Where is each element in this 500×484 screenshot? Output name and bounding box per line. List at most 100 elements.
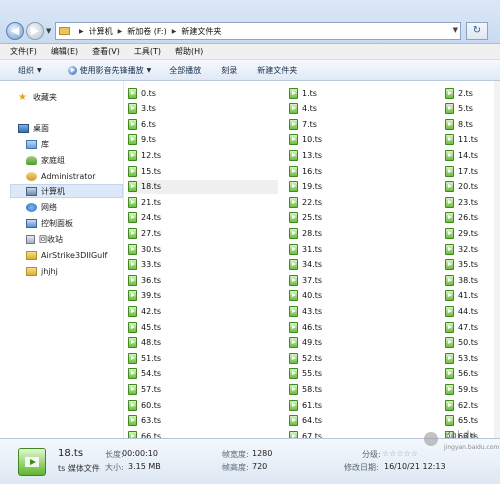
file-item[interactable]: 34.ts [289, 258, 439, 272]
rating-stars[interactable]: ☆☆☆☆☆ [382, 449, 418, 458]
file-item[interactable]: 31.ts [289, 242, 439, 256]
file-item[interactable]: 62.ts [445, 398, 489, 412]
file-item[interactable]: 32.ts [445, 242, 489, 256]
nav-homegroup[interactable]: 家庭组 [26, 153, 122, 167]
file-item[interactable]: 39.ts [128, 289, 278, 303]
file-item[interactable]: 38.ts [445, 273, 489, 287]
refresh-button[interactable]: ↻ [466, 22, 488, 40]
menu-file[interactable]: 文件(F) [10, 46, 37, 57]
file-item[interactable]: 20.ts [445, 180, 489, 194]
file-item[interactable]: 37.ts [289, 273, 439, 287]
file-item[interactable]: 58.ts [289, 382, 439, 396]
file-item[interactable]: 47.ts [445, 320, 489, 334]
file-item[interactable]: 6.ts [128, 117, 278, 131]
file-item[interactable]: 57.ts [128, 382, 278, 396]
breadcrumb-folder[interactable]: 新建文件夹 [181, 26, 221, 37]
nav-library[interactable]: 库 [26, 137, 122, 151]
file-item[interactable]: 2.ts [445, 86, 489, 100]
file-item[interactable]: 44.ts [445, 304, 489, 318]
file-item[interactable]: 25.ts [289, 211, 439, 225]
nav-recycle-bin[interactable]: 回收站 [26, 232, 122, 246]
file-item[interactable]: 3.ts [128, 102, 278, 116]
file-item[interactable]: 13.ts [289, 148, 439, 162]
file-item[interactable]: 63.ts [128, 414, 278, 428]
file-item[interactable]: 46.ts [289, 320, 439, 334]
file-item[interactable]: 28.ts [289, 226, 439, 240]
file-item[interactable]: 15.ts [128, 164, 278, 178]
file-item[interactable]: 11.ts [445, 133, 489, 147]
file-item[interactable]: 51.ts [128, 351, 278, 365]
nav-folder-jhjhj[interactable]: jhjhj [26, 264, 122, 278]
file-item[interactable]: 61.ts [289, 398, 439, 412]
nav-folder-airstrike[interactable]: AirStrike3DIIGulf [26, 248, 122, 262]
organize-button[interactable]: 组织 ▼ [18, 65, 42, 76]
file-item[interactable]: 59.ts [445, 382, 489, 396]
back-button[interactable]: ◀ [6, 22, 24, 40]
menu-help[interactable]: 帮助(H) [175, 46, 203, 57]
burn-button[interactable]: 刻录 [221, 65, 237, 76]
file-item[interactable]: 45.ts [128, 320, 278, 334]
recent-pages-dropdown-icon[interactable]: ▼ [46, 27, 51, 35]
file-item[interactable]: 60.ts [128, 398, 278, 412]
file-item[interactable]: 19.ts [289, 180, 439, 194]
file-item[interactable]: 16.ts [289, 164, 439, 178]
nav-control-panel[interactable]: 控制面板 [26, 216, 122, 230]
file-item[interactable]: 10.ts [289, 133, 439, 147]
address-input[interactable]: ▶ 计算机 ▶ 新加卷 (F:) ▶ 新建文件夹 ▼ [55, 22, 461, 40]
file-item[interactable]: 21.ts [128, 195, 278, 209]
file-item[interactable]: 17.ts [445, 164, 489, 178]
file-item[interactable]: 4.ts [289, 102, 439, 116]
file-item[interactable]: 36.ts [128, 273, 278, 287]
file-item[interactable]: 0.ts [128, 86, 278, 100]
forward-button[interactable]: ▶ [26, 22, 44, 40]
file-item[interactable]: 41.ts [445, 289, 489, 303]
menu-tools[interactable]: 工具(T) [134, 46, 161, 57]
file-item[interactable]: 24.ts [128, 211, 278, 225]
new-folder-button[interactable]: 新建文件夹 [257, 65, 297, 76]
breadcrumb-computer[interactable]: 计算机 [89, 26, 113, 37]
menu-view[interactable]: 查看(V) [92, 46, 120, 57]
nav-user[interactable]: Administrator [26, 169, 122, 183]
menu-edit[interactable]: 编辑(E) [51, 46, 78, 57]
file-item[interactable]: 7.ts [289, 117, 439, 131]
file-item[interactable]: 22.ts [289, 195, 439, 209]
breadcrumb-drive[interactable]: 新加卷 (F:) [127, 26, 166, 37]
file-item[interactable]: 43.ts [289, 304, 439, 318]
file-item[interactable]: 53.ts [445, 351, 489, 365]
file-item[interactable]: 8.ts [445, 117, 489, 131]
play-all-button[interactable]: 全部播放 [169, 65, 201, 76]
file-item[interactable]: 33.ts [128, 258, 278, 272]
file-item[interactable]: 50.ts [445, 336, 489, 350]
file-item[interactable]: 42.ts [128, 304, 278, 318]
chevron-down-icon[interactable]: ▼ [453, 26, 458, 34]
nav-computer[interactable]: 计算机 [10, 184, 123, 198]
file-item[interactable]: 1.ts [289, 86, 439, 100]
file-item[interactable]: 48.ts [128, 336, 278, 350]
chevron-right-icon[interactable]: ▶ [79, 28, 84, 35]
file-item[interactable]: 55.ts [289, 367, 439, 381]
file-item[interactable]: 29.ts [445, 226, 489, 240]
chevron-right-icon[interactable]: ▶ [172, 28, 177, 35]
file-item[interactable]: 52.ts [289, 351, 439, 365]
file-item[interactable]: 40.ts [289, 289, 439, 303]
file-item[interactable]: 54.ts [128, 367, 278, 381]
file-item[interactable]: 27.ts [128, 226, 278, 240]
file-item[interactable]: 35.ts [445, 258, 489, 272]
file-item[interactable]: 30.ts [128, 242, 278, 256]
file-item[interactable]: 49.ts [289, 336, 439, 350]
file-item[interactable]: 5.ts [445, 102, 489, 116]
vertical-scrollbar[interactable] [494, 81, 500, 438]
nav-network[interactable]: 网络 [26, 200, 122, 214]
file-item[interactable]: 26.ts [445, 211, 489, 225]
nav-favorites[interactable]: ★ 收藏夹 [18, 90, 122, 104]
play-with-button[interactable]: 使用影音先锋播放 ▼ [67, 65, 151, 76]
file-item[interactable]: 56.ts [445, 367, 489, 381]
file-item[interactable]: 9.ts [128, 133, 278, 147]
file-item[interactable]: 18.ts [128, 179, 278, 194]
chevron-right-icon[interactable]: ▶ [118, 28, 123, 35]
nav-desktop[interactable]: 桌面 [18, 121, 122, 135]
file-item[interactable]: 23.ts [445, 195, 489, 209]
file-item[interactable]: 67.ts [289, 429, 439, 438]
file-item[interactable]: 64.ts [289, 414, 439, 428]
file-item[interactable]: 14.ts [445, 148, 489, 162]
